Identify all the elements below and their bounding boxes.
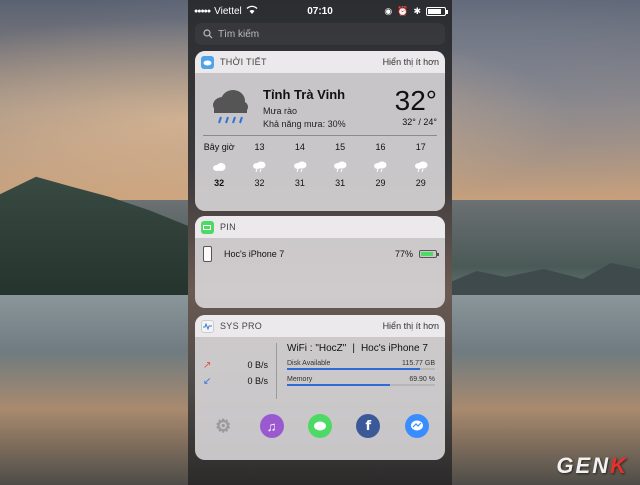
- weather-city: Tỉnh Trà Vinh: [263, 87, 346, 102]
- weather-show-less-button[interactable]: Hiển thị ít hơn: [383, 57, 439, 67]
- disk-bar: [287, 368, 435, 370]
- battery-widget[interactable]: PIN Hoc's iPhone 7 77%: [195, 216, 445, 308]
- battery-level-icon: [419, 250, 439, 258]
- genk-watermark-logo: GENK: [556, 453, 628, 478]
- memory-bar: [287, 384, 435, 386]
- upload-speed: 0 B/s: [247, 360, 268, 370]
- hour-item: Bây giờ 32: [199, 142, 239, 188]
- sys-pro-widget-header: SYS PRO Hiển thị ít hơn: [195, 315, 445, 337]
- search-input[interactable]: Tìm kiếm: [195, 23, 445, 45]
- weather-widget[interactable]: THỜI TIẾT Hiển thị ít hơn Tỉnh Trà Vinh …: [195, 51, 445, 211]
- facebook-icon[interactable]: f: [356, 414, 381, 438]
- memory-value: 69.90 %: [409, 376, 435, 383]
- messages-icon[interactable]: [307, 414, 332, 438]
- rain-cloud-icon: [209, 87, 253, 131]
- bluetooth-icon: ✱: [413, 5, 421, 16]
- battery-widget-title: PIN: [220, 222, 236, 232]
- sys-pro-show-less-button[interactable]: Hiển thị ít hơn: [383, 321, 439, 331]
- current-temperature: 32°: [394, 85, 437, 116]
- phone-screen: ●●●●● Viettel 07:10 ◉ ⏰ ✱ Tìm kiếm THỜI …: [188, 0, 452, 485]
- hour-label: 17: [415, 142, 426, 152]
- download-speed: 0 B/s: [247, 376, 268, 386]
- hourly-forecast: Bây giờ 32 13 32 14 31 15 31 16 29 17 29: [195, 136, 445, 188]
- hour-label: 16: [375, 142, 386, 152]
- rain-cloud-icon: [360, 156, 400, 178]
- hour-item: 14 31: [280, 142, 320, 188]
- hour-temp: 32: [214, 178, 225, 188]
- hour-item: 13 32: [239, 142, 279, 188]
- battery-widget-header: PIN: [195, 216, 445, 238]
- hour-item: 17 29: [401, 142, 441, 188]
- messenger-icon[interactable]: [404, 414, 429, 438]
- hour-temp: 32: [254, 178, 265, 188]
- weather-app-icon: [201, 55, 214, 69]
- shortcut-dock: ⚙ ♫ f: [195, 399, 445, 447]
- download-arrow-icon: ↙: [203, 375, 212, 387]
- hour-label: 15: [335, 142, 346, 152]
- hour-temp: 31: [294, 178, 305, 188]
- hour-label: 13: [254, 142, 265, 152]
- sys-pro-app-icon: [201, 319, 214, 333]
- hour-item: 16 29: [360, 142, 400, 188]
- disk-value: 115.77 GB: [402, 360, 435, 367]
- hour-label: Bây giờ: [203, 142, 235, 152]
- status-time: 07:10: [307, 5, 333, 17]
- wifi-icon: [246, 5, 258, 17]
- rain-cloud-icon: [280, 156, 320, 178]
- battery-app-icon: [201, 220, 214, 234]
- carrier-name: Viettel: [214, 5, 242, 17]
- search-placeholder: Tìm kiếm: [218, 28, 260, 40]
- status-bar: ●●●●● Viettel 07:10 ◉ ⏰ ✱: [188, 0, 452, 22]
- music-icon[interactable]: ♫: [259, 414, 284, 438]
- battery-device-row: Hoc's iPhone 7 77%: [195, 238, 445, 270]
- sys-pro-widget[interactable]: SYS PRO Hiển thị ít hơn ↗ 0 B/s ↙ 0 B/s …: [195, 315, 445, 460]
- hour-temp: 29: [415, 178, 426, 188]
- search-icon: [203, 29, 213, 39]
- hour-label: 14: [294, 142, 305, 152]
- weather-condition: Mưa rào: [263, 106, 298, 116]
- sys-pro-widget-title: SYS PRO: [220, 321, 263, 331]
- wifi-separator: |: [352, 343, 355, 354]
- battery-percent: 77%: [394, 249, 413, 259]
- temperature-range: 32° / 24°: [402, 117, 437, 127]
- hour-item: 15 31: [320, 142, 360, 188]
- battery-device-name: Hoc's iPhone 7: [224, 249, 285, 259]
- network-speed-panel: ↗ 0 B/s ↙ 0 B/s: [195, 343, 277, 399]
- signal-icon: ●●●●●: [194, 7, 211, 15]
- device-name: Hoc's iPhone 7: [360, 343, 428, 354]
- battery-icon: [426, 6, 448, 16]
- cloud-icon: [199, 156, 239, 178]
- iphone-icon: [203, 246, 212, 262]
- rain-cloud-icon: [401, 156, 441, 178]
- hour-temp: 29: [375, 178, 386, 188]
- weather-rain-chance: Khả năng mưa: 30%: [263, 119, 346, 129]
- system-stats-panel: WiFi : "HocZ" | Hoc's iPhone 7 Disk Avai…: [277, 343, 445, 399]
- lock-rotation-icon: ◉: [384, 5, 393, 16]
- rain-cloud-icon: [239, 156, 279, 178]
- disk-label: Disk Available: [287, 360, 331, 367]
- upload-arrow-icon: ↗: [203, 359, 212, 371]
- background-islands: [448, 263, 640, 295]
- alarm-icon: ⏰: [397, 5, 409, 16]
- weather-widget-title: THỜI TIẾT: [220, 57, 267, 67]
- rain-cloud-icon: [320, 156, 360, 178]
- settings-gear-icon[interactable]: ⚙: [211, 414, 235, 438]
- weather-widget-header: THỜI TIẾT Hiển thị ít hơn: [195, 51, 445, 73]
- hour-temp: 31: [335, 178, 346, 188]
- memory-label: Memory: [287, 376, 313, 383]
- wifi-name: WiFi : "HocZ": [287, 343, 347, 354]
